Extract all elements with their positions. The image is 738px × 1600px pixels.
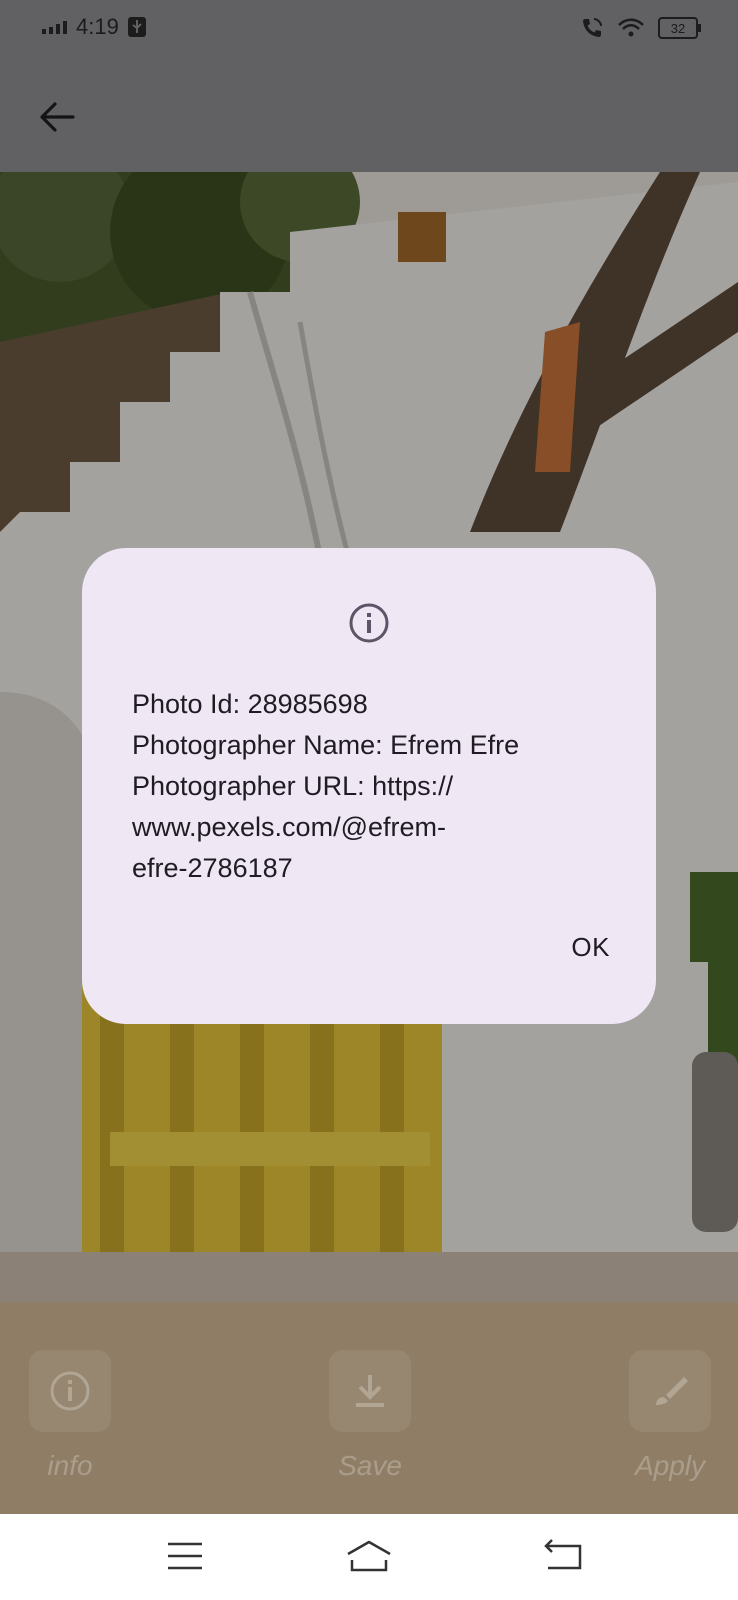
arrow-back-icon xyxy=(40,102,75,132)
apply-label: Apply xyxy=(634,1450,706,1481)
back-nav-button[interactable] xyxy=(538,1536,588,1576)
home-button[interactable] xyxy=(344,1536,394,1576)
photographer-url-line: Photographer URL: https:// xyxy=(132,771,454,801)
save-label: Save xyxy=(338,1450,402,1481)
app-bar xyxy=(0,60,738,172)
info-icon xyxy=(349,603,389,643)
action-bar: info Save Apply xyxy=(0,1350,738,1500)
brush-icon xyxy=(656,1377,688,1405)
back-button[interactable] xyxy=(30,90,84,144)
info-action[interactable]: info xyxy=(28,1350,112,1482)
status-left: 4:19 xyxy=(42,14,147,40)
dialog-content: Photo Id: 28985698 Photographer Name: Ef… xyxy=(132,684,592,889)
battery-level: 32 xyxy=(670,20,686,36)
photographer-url-line-3: efre-2786187 xyxy=(132,853,293,883)
photo-id-line: Photo Id: 28985698 xyxy=(132,689,368,719)
battery-indicator: 32 xyxy=(658,17,701,39)
photographer-url-line-2: www.pexels.com/@efrem- xyxy=(132,812,446,842)
wifi-icon xyxy=(618,18,644,37)
menu-icon xyxy=(168,1542,202,1570)
usb-debug-icon xyxy=(127,17,146,37)
info-icon xyxy=(50,1371,90,1411)
save-button[interactable] xyxy=(329,1350,411,1432)
info-label: info xyxy=(47,1450,93,1481)
back-nav-icon xyxy=(544,1539,582,1570)
download-icon xyxy=(356,1375,384,1407)
status-bar: 4:19 32 xyxy=(0,0,738,60)
home-icon xyxy=(347,1540,391,1572)
wifi-calling-icon xyxy=(583,18,602,37)
system-nav-bar xyxy=(0,1514,738,1600)
apply-button[interactable] xyxy=(629,1350,711,1432)
signal-icon xyxy=(42,21,67,34)
apply-action[interactable]: Apply xyxy=(628,1350,712,1482)
save-action[interactable]: Save xyxy=(328,1350,412,1482)
menu-button[interactable] xyxy=(160,1536,210,1576)
photographer-name-line: Photographer Name: Efrem Efre xyxy=(132,730,520,760)
status-right: 32 xyxy=(580,16,701,40)
battery-cap xyxy=(698,24,701,32)
ok-button[interactable]: OK xyxy=(571,932,610,963)
photo-info-dialog: Photo Id: 28985698 Photographer Name: Ef… xyxy=(82,548,656,1024)
status-time: 4:19 xyxy=(76,14,119,39)
info-button[interactable] xyxy=(29,1350,111,1432)
